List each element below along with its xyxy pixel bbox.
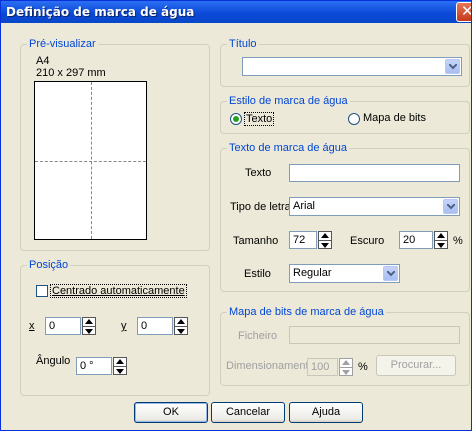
browse-button[interactable]: Procurar... (376, 355, 456, 376)
x-input[interactable]: 0 (45, 317, 81, 335)
y-label: y (121, 320, 127, 332)
watermark-dialog: Definição de marca de água ✕ Pré-visuali… (0, 0, 472, 431)
paper-name: A4 (36, 55, 50, 67)
close-button[interactable]: ✕ (456, 2, 471, 22)
font-label: Tipo de letra (230, 201, 291, 213)
radio-bitmap[interactable] (348, 113, 360, 125)
auto-center-label[interactable]: Centrado automaticamente (50, 284, 187, 298)
center-horizontal-guide (35, 161, 146, 162)
paper-size: 210 x 297 mm (36, 67, 106, 79)
title-bar: Definição de marca de água ✕ (1, 1, 471, 23)
spin-up-icon (85, 319, 93, 324)
x-spinner[interactable] (82, 317, 96, 335)
x-label: x (29, 320, 35, 332)
radio-text[interactable] (230, 113, 242, 125)
watermark-bitmap-legend: Mapa de bits de marca de água (227, 306, 386, 318)
radio-bitmap-label[interactable]: Mapa de bits (363, 112, 426, 124)
title-legend: Título (227, 38, 259, 50)
radio-text-label[interactable]: Texto (244, 112, 275, 126)
spin-up-icon (437, 233, 445, 238)
font-combo[interactable]: Arial (289, 197, 460, 216)
style-label: Estilo (244, 268, 271, 280)
dark-label: Escuro (350, 235, 385, 247)
size-input[interactable]: 72 (289, 231, 317, 249)
text-label: Texto (245, 167, 272, 179)
chevron-down-icon (445, 59, 460, 74)
help-button[interactable]: Ajuda (289, 402, 363, 423)
scale-spinner[interactable] (339, 358, 353, 376)
spin-up-icon (342, 360, 350, 365)
size-spinner[interactable] (318, 231, 332, 249)
dark-spinner[interactable] (434, 231, 448, 249)
watermark-text-legend: Texto de marca de água (227, 142, 350, 154)
position-legend: Posição (27, 259, 71, 271)
y-spinner[interactable] (174, 317, 188, 335)
spin-down-icon (177, 329, 185, 334)
scale-unit: % (358, 361, 368, 373)
spin-up-icon (321, 233, 329, 238)
spin-down-icon (321, 243, 329, 248)
spin-up-icon (116, 359, 124, 364)
cancel-button[interactable]: Cancelar (211, 402, 285, 423)
title-combo[interactable] (242, 57, 462, 76)
dark-unit: % (453, 235, 463, 247)
ok-button[interactable]: OK (134, 402, 208, 423)
file-input[interactable] (289, 326, 460, 344)
style-combo[interactable]: Regular (289, 264, 400, 283)
spin-down-icon (85, 329, 93, 334)
spin-down-icon (116, 369, 124, 374)
file-label: Ficheiro (238, 330, 278, 342)
auto-center-checkbox[interactable] (36, 285, 48, 297)
angle-input[interactable]: 0 ° (76, 357, 112, 375)
spin-down-icon (342, 370, 350, 375)
y-input[interactable]: 0 (137, 317, 173, 335)
window-title: Definição de marca de água (6, 5, 195, 19)
scale-label: Dimensionamento (226, 360, 315, 372)
chevron-down-icon (443, 199, 458, 214)
page-preview (34, 81, 147, 240)
angle-spinner[interactable] (113, 357, 127, 375)
size-label: Tamanho (233, 235, 279, 247)
dark-input[interactable]: 20 (399, 231, 433, 249)
chevron-down-icon (383, 266, 398, 281)
text-input[interactable] (289, 164, 460, 182)
preview-legend: Pré-visualizar (27, 38, 98, 50)
watermark-style-legend: Estilo de marca de água (227, 95, 350, 107)
spin-down-icon (437, 243, 445, 248)
spin-up-icon (177, 319, 185, 324)
close-icon: ✕ (461, 2, 471, 20)
scale-input[interactable]: 100 (307, 358, 338, 376)
angle-label: Ângulo (36, 355, 71, 367)
